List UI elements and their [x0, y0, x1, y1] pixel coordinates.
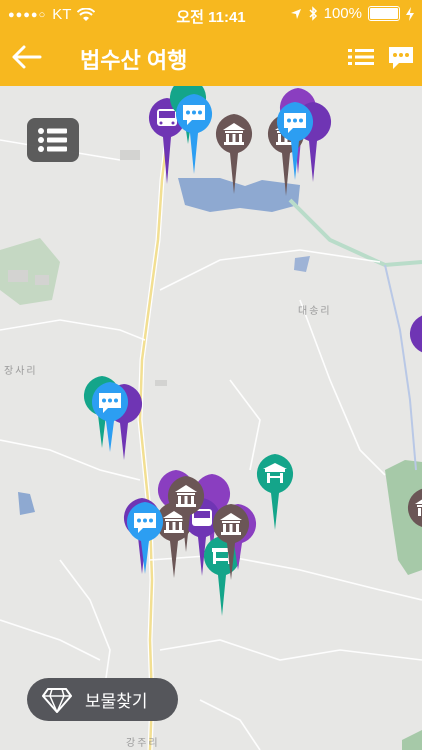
list-icon — [38, 128, 67, 152]
treasure-hunt-label: 보물찾기 — [85, 692, 148, 711]
chat-icon[interactable] — [386, 43, 416, 71]
charging-icon — [406, 6, 414, 21]
map-pin-comment[interactable] — [273, 100, 317, 182]
map-pin-museum[interactable] — [404, 486, 422, 546]
header: 법수산 여행 — [0, 28, 422, 86]
map-pin-comment[interactable] — [172, 92, 216, 176]
map-pin-comment[interactable] — [88, 380, 132, 454]
map-pin-museum[interactable] — [209, 502, 253, 582]
location-arrow-icon — [290, 8, 301, 19]
treasure-hunt-button[interactable]: 보물찾기 — [27, 678, 178, 721]
back-arrow-icon[interactable] — [10, 40, 44, 74]
bluetooth-icon — [309, 6, 317, 21]
status-right: 100% — [290, 5, 414, 22]
page-title: 법수산 여행 — [80, 48, 188, 73]
map-label: 강주리 — [126, 738, 160, 749]
map-label: 대송리 — [298, 306, 332, 317]
map-pin-comment[interactable] — [123, 500, 167, 576]
map-pin-purple[interactable] — [406, 312, 422, 372]
map-view[interactable]: 대송리 장사리 강주리 — [0, 86, 422, 750]
map-background — [0, 86, 422, 750]
list-view-button[interactable] — [27, 118, 79, 162]
map-pin-museum[interactable] — [212, 112, 256, 196]
battery-icon — [368, 6, 400, 21]
battery-percent: 100% — [323, 5, 362, 22]
status-bar: ●●●●○ KT 오전 11:41 100% — [0, 0, 422, 28]
diamond-icon — [42, 688, 72, 713]
map-label: 장사리 — [4, 366, 38, 377]
list-icon[interactable] — [346, 43, 376, 71]
